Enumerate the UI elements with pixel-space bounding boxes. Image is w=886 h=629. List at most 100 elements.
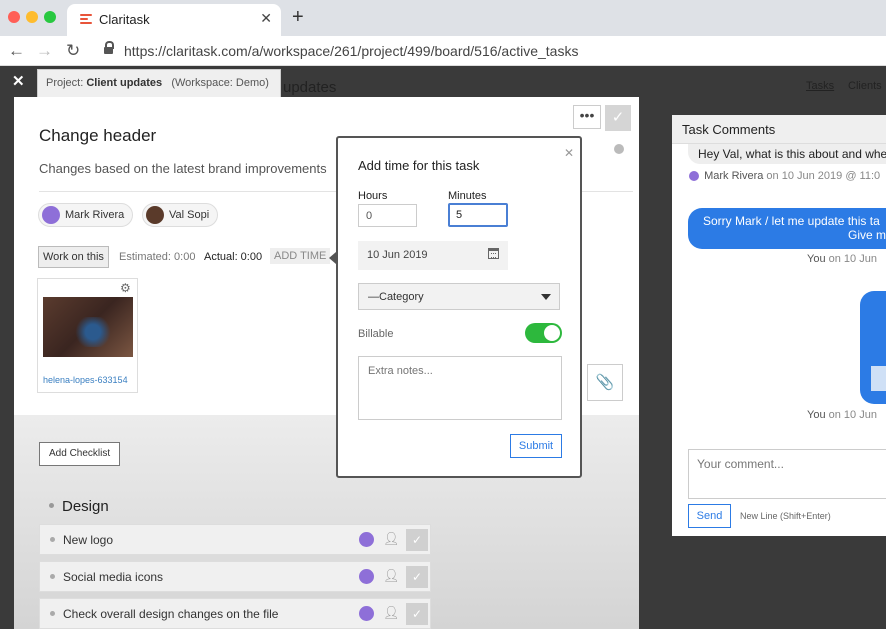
- comment-date: on 10 Jun: [828, 409, 877, 421]
- comment-meta: You on 10 Jun: [807, 253, 877, 265]
- user-icon[interactable]: 👤︎: [383, 605, 400, 621]
- assignee-chip-mark[interactable]: Mark Rivera: [38, 203, 134, 227]
- forward-arrow-icon[interactable]: →: [36, 41, 53, 61]
- date-picker[interactable]: 10 Jun 2019: [358, 241, 508, 270]
- browser-tab[interactable]: Claritask ✕: [67, 4, 281, 36]
- popup-title: Add time for this task: [358, 158, 480, 173]
- user-icon[interactable]: 👤︎: [383, 568, 400, 584]
- date-value: 10 Jun 2019: [367, 249, 428, 261]
- tab-title: Claritask: [99, 12, 150, 27]
- comment-meta: Mark Rivera on 10 Jun 2019 @ 11:0: [689, 170, 880, 182]
- comment-date: on 10 Jun 2019 @ 11:0: [766, 170, 881, 182]
- back-arrow-icon[interactable]: ←: [8, 41, 25, 61]
- work-on-this-button[interactable]: Work on this: [38, 246, 109, 268]
- attachment-filename[interactable]: helena-lopes-633154: [43, 375, 128, 385]
- add-time-button[interactable]: ADD TIME: [270, 248, 331, 264]
- avatar: [359, 569, 374, 584]
- task-title[interactable]: Change header: [39, 126, 156, 146]
- avatar: [689, 171, 699, 182]
- comment-bubble-outgoing: [860, 291, 886, 404]
- minutes-label: Minutes: [448, 190, 487, 202]
- hours-label: Hours: [358, 190, 388, 202]
- assignee-name: Val Sopi: [169, 209, 210, 221]
- checkmark-icon[interactable]: ✓: [406, 566, 428, 588]
- add-time-popup: ✕ Add time for this task Hours Minutes 1…: [329, 136, 582, 478]
- billable-toggle[interactable]: [525, 323, 562, 343]
- avatar: [42, 206, 60, 224]
- drag-handle-icon[interactable]: [49, 503, 54, 508]
- checkmark-icon[interactable]: ✓: [406, 529, 428, 551]
- calendar-icon[interactable]: [488, 248, 499, 259]
- close-icon[interactable]: ✕: [12, 72, 25, 90]
- drag-handle-icon[interactable]: [50, 537, 55, 542]
- assignee-chip-val[interactable]: Val Sopi: [142, 203, 219, 227]
- checkmark-icon: ✓: [611, 109, 625, 126]
- more-options-button[interactable]: •••: [573, 105, 601, 129]
- close-icon[interactable]: ✕: [564, 146, 574, 160]
- window-maximize-button[interactable]: [44, 11, 56, 23]
- newline-hint: New Line (Shift+Enter): [740, 511, 831, 521]
- category-select[interactable]: —Category: [358, 283, 560, 310]
- comment-author: You: [807, 253, 826, 265]
- project-breadcrumb: Project: Client updates (Workspace: Demo…: [37, 69, 281, 97]
- tab-close-icon[interactable]: ✕: [260, 10, 272, 27]
- comment-author: You: [807, 409, 826, 421]
- workspace-label: (Workspace: Demo): [171, 77, 269, 89]
- status-dot-icon: [614, 144, 624, 154]
- avatar: [146, 206, 164, 224]
- hours-input[interactable]: [358, 204, 417, 227]
- project-label: Project:: [46, 77, 84, 89]
- window-close-button[interactable]: [8, 11, 20, 23]
- new-tab-icon[interactable]: +: [292, 6, 304, 29]
- assignee-name: Mark Rivera: [65, 209, 125, 221]
- comment-date: on 10 Jun: [828, 253, 877, 265]
- lock-icon: [104, 41, 114, 55]
- project-name: Client updates: [86, 77, 163, 89]
- comment-text-line: Give m: [848, 228, 886, 242]
- checklist-item-label: New logo: [63, 533, 114, 547]
- checklist-item[interactable]: New logo 👤︎ ✓: [39, 524, 431, 555]
- popup-pointer: [329, 252, 336, 264]
- minutes-input[interactable]: [448, 203, 508, 227]
- checklist-item[interactable]: Check overall design changes on the file…: [39, 598, 431, 629]
- task-description[interactable]: Changes based on the latest brand improv…: [39, 161, 327, 176]
- billable-label: Billable: [358, 328, 394, 340]
- task-comments-panel: Task Comments Hey Val, what is this abou…: [672, 115, 886, 536]
- drag-handle-icon[interactable]: [50, 611, 55, 616]
- estimated-time: Estimated: 0:00: [119, 251, 196, 263]
- comment-author: Mark Rivera: [704, 170, 764, 182]
- gear-icon[interactable]: ⚙: [120, 281, 131, 295]
- comment-text-line: Sorry Mark / let me update this ta: [703, 214, 880, 228]
- browser-tab-bar: Claritask ✕ +: [0, 0, 886, 36]
- claritask-favicon-icon: [80, 14, 92, 26]
- attachment-thumbnail[interactable]: ⚙ helena-lopes-633154: [37, 278, 138, 393]
- send-button[interactable]: Send: [688, 504, 731, 528]
- url-input[interactable]: https://claritask.com/a/workspace/261/pr…: [124, 43, 578, 59]
- checkmark-icon[interactable]: ✓: [406, 603, 428, 625]
- reload-icon[interactable]: ↻: [66, 41, 80, 61]
- checklist-section-title[interactable]: Design: [62, 498, 109, 515]
- submit-button[interactable]: Submit: [510, 434, 562, 458]
- nav-clients-link[interactable]: Clients: [848, 80, 882, 92]
- avatar: [359, 606, 374, 621]
- attach-file-button[interactable]: 📎: [587, 364, 623, 401]
- comment-input[interactable]: Your comment...: [688, 449, 886, 499]
- actual-time: Actual: 0:00: [204, 251, 263, 263]
- drag-handle-icon[interactable]: [50, 574, 55, 579]
- category-value: —Category: [368, 291, 424, 303]
- chevron-down-icon: [541, 294, 551, 300]
- checklist-item[interactable]: Social media icons 👤︎ ✓: [39, 561, 431, 592]
- add-checklist-button[interactable]: Add Checklist: [39, 442, 121, 466]
- paperclip-icon: 📎: [595, 374, 615, 391]
- nav-tasks-link[interactable]: Tasks: [806, 80, 834, 92]
- comment-image[interactable]: [871, 366, 886, 391]
- comment-meta: You on 10 Jun: [807, 409, 877, 421]
- extra-notes-field[interactable]: [358, 356, 562, 420]
- user-icon[interactable]: 👤︎: [383, 531, 400, 547]
- comments-header: Task Comments: [672, 115, 886, 144]
- attachment-image: [43, 297, 133, 357]
- board-title: updates: [283, 79, 337, 96]
- checklist-item-label: Check overall design changes on the file: [63, 607, 279, 621]
- window-minimize-button[interactable]: [26, 11, 38, 23]
- complete-task-button[interactable]: ✓: [605, 105, 631, 131]
